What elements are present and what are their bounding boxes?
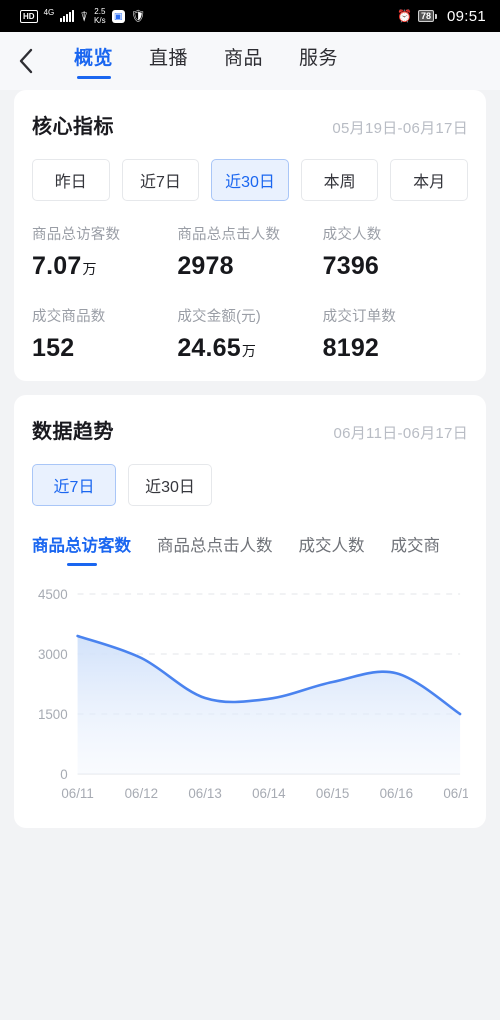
- svg-text:0: 0: [60, 767, 67, 782]
- trend-chart: 0 1500 3000 4500 06/11 06/12 06/13 06/14 06/15 0…: [32, 580, 468, 810]
- trend-chip-last-30-days[interactable]: 近30日: [128, 464, 212, 506]
- tab-overview[interactable]: 概览: [74, 43, 113, 79]
- core-metrics-range-chips: 昨日 近7日 近30日 本周 本月: [32, 159, 468, 201]
- chip-last-7-days[interactable]: 近7日: [121, 159, 200, 201]
- data-trend-header: 数据趋势 06月11日-06月17日: [32, 415, 468, 444]
- data-trend-range-chips: 近7日 近30日: [32, 464, 468, 506]
- status-bar: HD 4G ⍒ 2.5 K/s ▣ 🛡 ⏰ 78 09:51: [0, 0, 500, 32]
- chart-x-axis-labels: 06/11 06/12 06/13 06/14 06/15 06/16 06/17: [61, 786, 468, 801]
- status-bar-right: ⏰ 78 09:51: [397, 8, 486, 25]
- chip-yesterday[interactable]: 昨日: [32, 159, 110, 201]
- chip-this-month[interactable]: 本月: [390, 159, 468, 201]
- network-type-icon: 4G: [43, 7, 55, 17]
- network-speed-unit: K/s: [94, 16, 106, 25]
- core-metrics-header: 核心指标 05月19日-06月17日: [32, 110, 468, 139]
- svg-text:3000: 3000: [38, 647, 68, 662]
- metric-orders: 成交订单数 8192: [323, 305, 468, 363]
- metric-value: 7396: [323, 252, 468, 281]
- metric-number: 24.65: [177, 334, 241, 362]
- metric-gmv: 成交金额(元) 24.65万: [177, 305, 322, 363]
- svg-text:06/17: 06/17: [443, 786, 468, 801]
- network-speed-value: 2.5: [94, 7, 106, 16]
- metric-tab-total-clicks[interactable]: 商品总点击人数: [157, 532, 273, 566]
- metric-tab-items-sold[interactable]: 成交商: [391, 532, 441, 566]
- svg-text:4500: 4500: [38, 587, 68, 602]
- metric-number: 8192: [322, 334, 380, 362]
- metric-tab-total-visitors[interactable]: 商品总访客数: [32, 532, 131, 566]
- metric-label: 成交人数: [322, 227, 382, 243]
- svg-text:1500: 1500: [38, 707, 68, 722]
- metric-total-visitors: 商品总访客数 7.07万: [32, 223, 177, 281]
- chip-this-week[interactable]: 本周: [300, 159, 379, 201]
- chart-area-fill: [77, 636, 461, 774]
- trend-chip-last-7-days[interactable]: 近7日: [32, 464, 116, 506]
- metric-label: 商品总点击人数: [177, 227, 281, 243]
- trend-chart-svg: 0150030004500 06/11 06/12 06/13 06/14 06/15 0…: [38, 587, 468, 801]
- svg-text:06/13: 06/13: [188, 786, 221, 801]
- app-icon: ▣: [111, 9, 125, 23]
- tab-live[interactable]: 直播: [149, 43, 188, 79]
- chevron-left-icon: [19, 48, 33, 74]
- metric-unit: 万: [82, 261, 97, 277]
- shield-icon: 🛡: [130, 9, 146, 23]
- data-trend-date-range: 06月11日-06月17日: [333, 425, 468, 442]
- metric-value: 7.07万: [32, 252, 177, 281]
- metric-label: 成交金额(元): [177, 309, 261, 325]
- data-trend-metric-tabs: 商品总访客数 商品总点击人数 成交人数 成交商: [32, 532, 468, 566]
- core-metrics-grid: 商品总访客数 7.07万 商品总点击人数 2978 成交人数 7396 成交商品…: [32, 223, 468, 363]
- metric-value: 2978: [177, 252, 322, 281]
- tab-products[interactable]: 商品: [224, 43, 263, 79]
- metric-number: 7396: [322, 252, 380, 280]
- chip-last-30-days[interactable]: 近30日: [211, 159, 289, 201]
- metrics-row: 商品总访客数 7.07万 商品总点击人数 2978 成交人数 7396: [32, 223, 468, 281]
- signal-bars-icon: [60, 10, 75, 22]
- svg-text:06/16: 06/16: [380, 786, 413, 801]
- wifi-icon: ⍒: [80, 8, 89, 24]
- metric-label: 成交订单数: [322, 309, 397, 325]
- data-trend-card: 数据趋势 06月11日-06月17日 近7日 近30日 商品总访客数 商品总点击…: [14, 395, 486, 828]
- status-bar-left: HD 4G ⍒ 2.5 K/s ▣ 🛡: [20, 7, 146, 25]
- metric-number: 2978: [177, 252, 234, 280]
- core-metrics-card: 核心指标 05月19日-06月17日 昨日 近7日 近30日 本周 本月 商品总…: [14, 90, 486, 381]
- metrics-row: 成交商品数 152 成交金额(元) 24.65万 成交订单数 8192: [32, 305, 468, 363]
- metric-label: 成交商品数: [32, 309, 106, 325]
- svg-text:06/12: 06/12: [125, 786, 158, 801]
- metric-number: 152: [32, 334, 75, 362]
- metric-buyers: 成交人数 7396: [323, 223, 468, 281]
- alarm-icon: ⏰: [396, 9, 412, 23]
- network-speed-indicator: 2.5 K/s: [94, 7, 106, 25]
- metric-value: 152: [32, 334, 177, 363]
- core-metrics-title: 核心指标: [32, 116, 114, 138]
- core-metrics-date-range: 05月19日-06月17日: [332, 120, 468, 137]
- metric-value: 24.65万: [177, 334, 322, 363]
- battery-icon: 78: [417, 10, 437, 22]
- svg-text:06/11: 06/11: [61, 786, 93, 801]
- metric-total-clicks: 商品总点击人数 2978: [177, 223, 322, 281]
- battery-level: 78: [417, 10, 434, 22]
- nav-tabs: 概览 直播 商品 服务: [74, 43, 338, 79]
- metric-unit: 万: [241, 343, 257, 359]
- metric-tab-buyers[interactable]: 成交人数: [299, 532, 365, 566]
- chart-y-axis-labels: 0 1500 3000 4500: [38, 587, 68, 782]
- clock: 09:51: [446, 7, 486, 25]
- svg-text:06/14: 06/14: [252, 786, 286, 801]
- data-trend-title: 数据趋势: [32, 421, 114, 443]
- metric-items-sold: 成交商品数 152: [32, 305, 177, 363]
- tab-services[interactable]: 服务: [299, 43, 338, 79]
- top-nav-bar: 概览 直播 商品 服务: [0, 32, 500, 90]
- back-button[interactable]: [18, 41, 52, 81]
- hd-icon: HD: [20, 9, 38, 23]
- svg-text:06/15: 06/15: [316, 786, 349, 801]
- metric-value: 8192: [323, 334, 468, 363]
- metric-number: 7.07: [32, 252, 82, 280]
- metric-label: 商品总访客数: [32, 227, 121, 243]
- battery-cap: [434, 13, 437, 19]
